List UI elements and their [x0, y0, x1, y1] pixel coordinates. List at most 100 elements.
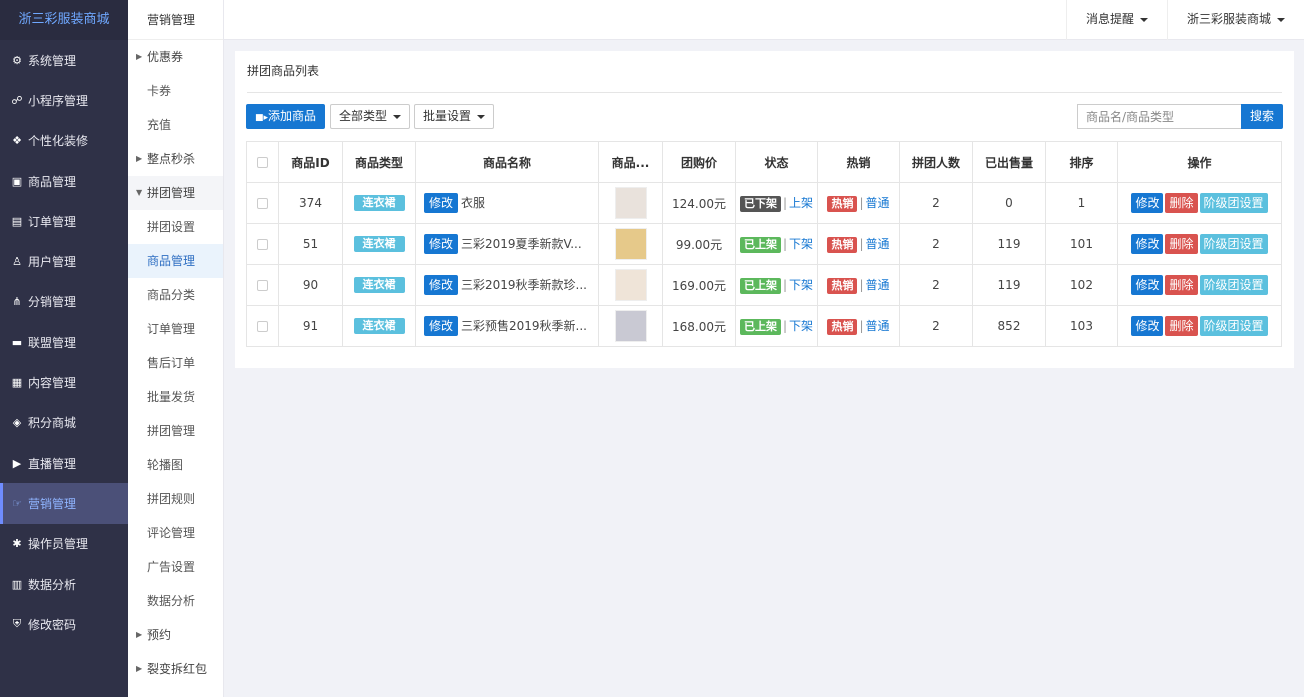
sub-nav-item[interactable]: ▼ 拼团管理 — [128, 176, 223, 210]
normal-link[interactable]: 普通 — [866, 278, 890, 292]
sub-nav-item[interactable]: 评论管理 — [128, 516, 223, 550]
product-thumbnail[interactable] — [614, 228, 647, 260]
nav-item[interactable]: ☍ 小程序管理 — [0, 80, 128, 120]
column-header[interactable]: 团购价 — [662, 141, 736, 183]
normal-link[interactable]: 普通 — [866, 319, 890, 333]
row-checkbox[interactable] — [257, 280, 268, 291]
sub-nav-item[interactable]: 数据分析 — [128, 584, 223, 618]
edit-name-button[interactable]: 修改 — [424, 316, 459, 336]
nav-item[interactable]: ✱ 操作员管理 — [0, 524, 128, 564]
type-filter-dropdown[interactable]: 全部类型 — [330, 104, 411, 129]
normal-link[interactable]: 普通 — [866, 196, 890, 210]
sub-nav-item[interactable]: ▶ 优惠券 — [128, 40, 223, 74]
sub-nav-item[interactable]: 卡券 — [128, 74, 223, 108]
normal-link[interactable]: 普通 — [866, 237, 890, 251]
tier-group-settings-button[interactable]: 阶级团设置 — [1199, 193, 1268, 213]
column-header[interactable]: 排序 — [1045, 141, 1118, 183]
status-cell: 已下架 | 上架 — [735, 182, 818, 224]
sub-nav-item[interactable]: 批量发货 — [128, 380, 223, 414]
edit-name-button[interactable]: 修改 — [424, 193, 459, 213]
toggle-shelf-link[interactable]: 下架 — [789, 237, 813, 251]
nav-item[interactable]: ❖ 个性化装修 — [0, 121, 128, 161]
sub-nav-item[interactable]: ▶ 预约 — [128, 618, 223, 652]
sub-nav-item[interactable]: 拼团规则 — [128, 482, 223, 516]
column-header[interactable]: 商品... — [598, 141, 663, 183]
column-header[interactable]: 拼团人数 — [899, 141, 973, 183]
column-header[interactable]: 已出售量 — [972, 141, 1046, 183]
sub-nav-item[interactable]: 轮播图 — [128, 448, 223, 482]
edit-name-button[interactable]: 修改 — [424, 275, 459, 295]
nav-item-label: 小程序管理 — [28, 93, 89, 108]
column-header[interactable]: 状态 — [735, 141, 818, 183]
product-thumbnail[interactable] — [614, 187, 647, 219]
hot-badge[interactable]: 热销 — [827, 237, 858, 253]
toggle-shelf-link[interactable]: 上架 — [789, 196, 813, 210]
nav-item[interactable]: ⚙ 系统管理 — [0, 40, 128, 80]
hot-badge[interactable]: 热销 — [827, 278, 858, 294]
row-select-cell[interactable] — [246, 223, 279, 265]
nav-item[interactable]: ☞ 营销管理 — [0, 483, 128, 524]
nav-item[interactable]: ◈ 积分商城 — [0, 403, 128, 443]
sub-nav-item[interactable]: ▶ 整点秒杀 — [128, 142, 223, 176]
row-select-cell[interactable] — [246, 305, 279, 347]
column-header[interactable]: 商品ID — [278, 141, 343, 183]
edit-button[interactable]: 修改 — [1131, 275, 1164, 295]
tier-group-settings-button[interactable]: 阶级团设置 — [1199, 316, 1268, 336]
brand-logo[interactable]: 浙三彩服装商城 — [0, 0, 128, 40]
group-price: 169.00元 — [662, 264, 736, 306]
panel-title: 拼团商品列表 — [247, 62, 1282, 93]
tier-group-settings-button[interactable]: 阶级团设置 — [1199, 234, 1268, 254]
edit-button[interactable]: 修改 — [1131, 316, 1164, 336]
tier-group-settings-button[interactable]: 阶级团设置 — [1199, 275, 1268, 295]
row-select-cell[interactable] — [246, 182, 279, 224]
search-input[interactable] — [1077, 104, 1241, 129]
sub-nav-item[interactable]: 拼团管理 — [128, 414, 223, 448]
nav-item[interactable]: ⋔ 分销管理 — [0, 282, 128, 322]
store-dropdown[interactable]: 浙三彩服装商城 — [1167, 0, 1304, 40]
product-thumbnail[interactable] — [614, 269, 647, 301]
select-all-header[interactable] — [246, 141, 279, 183]
batch-settings-dropdown[interactable]: 批量设置 — [414, 104, 495, 129]
nav-item[interactable]: ▦ 内容管理 — [0, 362, 128, 402]
sub-nav-item[interactable]: 订单管理 — [128, 312, 223, 346]
toggle-shelf-link[interactable]: 下架 — [789, 319, 813, 333]
sub-nav-item[interactable]: 广告设置 — [128, 550, 223, 584]
row-checkbox[interactable] — [257, 198, 268, 209]
hot-badge[interactable]: 热销 — [827, 196, 858, 212]
cube-icon: ◈ — [12, 416, 22, 430]
column-header[interactable]: 商品名称 — [415, 141, 599, 183]
delete-button[interactable]: 删除 — [1165, 193, 1198, 213]
search-button[interactable]: 搜索 — [1241, 104, 1284, 129]
sub-nav-item[interactable]: ▶ 裂变拆红包 — [128, 652, 223, 686]
hot-badge[interactable]: 热销 — [827, 319, 858, 335]
edit-button[interactable]: 修改 — [1131, 193, 1164, 213]
row-select-cell[interactable] — [246, 264, 279, 306]
nav-item[interactable]: ⛨ 修改密码 — [0, 604, 128, 644]
sub-nav-item[interactable]: 充值 — [128, 108, 223, 142]
delete-button[interactable]: 删除 — [1165, 316, 1198, 336]
product-image-cell — [598, 264, 663, 306]
row-checkbox[interactable] — [257, 321, 268, 332]
messages-dropdown[interactable]: 消息提醒 — [1066, 0, 1167, 40]
delete-button[interactable]: 删除 — [1165, 275, 1198, 295]
nav-item[interactable]: ▬ 联盟管理 — [0, 322, 128, 362]
product-thumbnail[interactable] — [614, 310, 647, 342]
sub-nav-item[interactable]: 拼团设置 — [128, 210, 223, 244]
sub-nav-item[interactable]: 商品管理 — [128, 244, 223, 278]
column-header[interactable]: 商品类型 — [342, 141, 416, 183]
nav-item[interactable]: ▥ 数据分析 — [0, 564, 128, 604]
add-product-button[interactable]: ■▸添加商品 — [246, 104, 326, 129]
nav-item[interactable]: ▣ 商品管理 — [0, 161, 128, 201]
row-checkbox[interactable] — [257, 239, 268, 250]
nav-item[interactable]: ▶ 直播管理 — [0, 443, 128, 483]
sub-nav-item[interactable]: 售后订单 — [128, 346, 223, 380]
nav-item[interactable]: ♙ 用户管理 — [0, 241, 128, 281]
select-all-checkbox[interactable] — [257, 157, 268, 168]
edit-button[interactable]: 修改 — [1131, 234, 1164, 254]
delete-button[interactable]: 删除 — [1165, 234, 1198, 254]
edit-name-button[interactable]: 修改 — [424, 234, 459, 254]
toggle-shelf-link[interactable]: 下架 — [789, 278, 813, 292]
sub-nav-item[interactable]: 商品分类 — [128, 278, 223, 312]
column-header[interactable]: 热销 — [817, 141, 900, 183]
nav-item[interactable]: ▤ 订单管理 — [0, 201, 128, 241]
